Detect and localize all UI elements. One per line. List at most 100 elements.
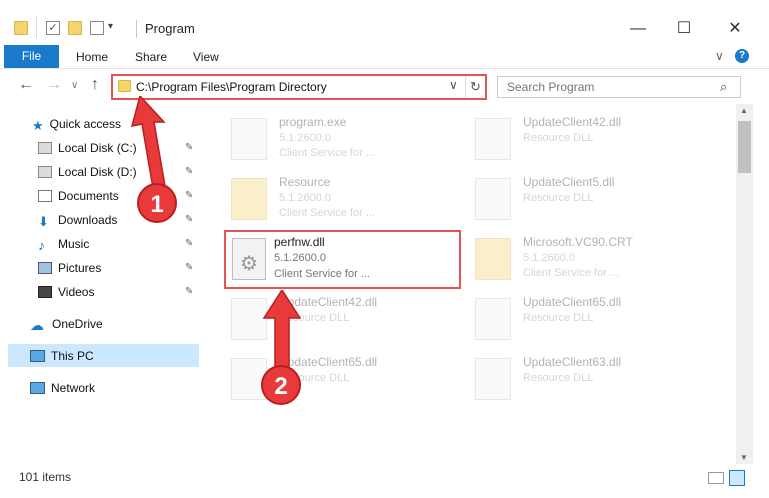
dll-icon [475, 298, 511, 340]
pin-icon[interactable]: ✎ [185, 262, 193, 273]
star-icon: ★ [32, 118, 44, 133]
sidebar-item-label: Pictures [58, 261, 102, 275]
pin-icon[interactable]: ✎ [185, 190, 193, 201]
sidebar-item-label: This PC [51, 349, 94, 363]
file-item[interactable]: UpdateClient42.dll Resource DLL [475, 114, 715, 170]
highlighted-file-item[interactable]: ⚙ perfnw.dll 5.1.2600.0 Client Service f… [224, 230, 461, 289]
search-icon[interactable]: ⌕ [720, 79, 727, 95]
dll-icon [475, 358, 511, 400]
file-name: program.exe [279, 115, 347, 129]
sidebar-item-this-pc[interactable]: This PC [30, 344, 94, 368]
sidebar-item-label: Network [51, 381, 96, 395]
sidebar-item-label: Videos [58, 285, 95, 299]
address-dropdown-icon[interactable]: ∨ [449, 78, 458, 92]
pictures-icon [38, 262, 52, 274]
pin-icon[interactable]: ✎ [185, 214, 193, 225]
large-icons-view-icon[interactable] [729, 470, 745, 486]
sidebar-item-label: Local Disk (C:) [58, 141, 137, 155]
file-name: Microsoft.VC90.CRT [523, 235, 633, 249]
pin-icon[interactable]: ✎ [185, 142, 193, 153]
folder-icon [14, 21, 28, 35]
computer-icon [30, 350, 45, 362]
tab-share[interactable]: Share [135, 50, 167, 64]
sidebar-item-pictures[interactable]: Pictures [38, 256, 198, 280]
file-item[interactable]: UpdateClient63.dll Resource DLL [475, 354, 715, 410]
sidebar-item-onedrive[interactable]: ☁ OneDrive [30, 312, 103, 336]
sidebar-item-label: Downloads [58, 213, 118, 227]
quick-access-label: Quick access [49, 117, 122, 131]
file-name: Resource [279, 175, 331, 189]
help-icon[interactable]: ? [735, 49, 749, 63]
ribbon [0, 44, 769, 69]
file-item[interactable]: UpdateClient65.dll Resource DLL [475, 294, 715, 350]
file-version: 5.1.2600.0 [279, 132, 331, 144]
close-button[interactable]: ✕ [709, 14, 761, 44]
file-description: Client Service for ... [279, 147, 375, 159]
file-name: UpdateClient42.dll [523, 115, 622, 129]
scroll-up-icon[interactable]: ▲ [740, 106, 748, 115]
file-description: Client Service for ... [279, 207, 375, 219]
file-item[interactable]: program.exe 5.1.2600.0 Client Service fo… [231, 114, 471, 170]
file-version: Resource DLL [523, 132, 594, 144]
quick-access-item[interactable]: ★ Quick access [32, 112, 121, 136]
search-input[interactable]: Search Program [507, 80, 594, 94]
sidebar-item-videos[interactable]: Videos [38, 280, 198, 304]
file-name: UpdateClient63.dll [523, 355, 622, 369]
ribbon-expand-icon[interactable]: ∨ [715, 49, 724, 63]
file-version: Resource DLL [523, 372, 594, 384]
file-version: 5.1.2600.0 [523, 252, 575, 264]
pin-icon[interactable]: ✎ [185, 166, 193, 177]
refresh-button[interactable]: ↻ [465, 76, 485, 98]
file-item[interactable]: UpdateClient5.dll Resource DLL [475, 174, 715, 230]
customize-icon[interactable] [90, 21, 104, 35]
videos-icon [38, 286, 52, 298]
scroll-down-icon[interactable]: ▼ [740, 453, 748, 462]
file-item[interactable]: Microsoft.VC90.CRT 5.1.2600.0 Client Ser… [475, 234, 715, 290]
file-name: perfnw.dll [274, 235, 325, 249]
tab-file[interactable]: File [4, 45, 59, 68]
file-item[interactable]: Resource 5.1.2600.0 Client Service for .… [231, 174, 471, 230]
quick-access-dropdown-icon[interactable]: ▾ [108, 21, 113, 32]
sidebar-item-music[interactable]: ♪ Music [38, 232, 198, 256]
recent-locations-icon[interactable]: ∨ [71, 80, 78, 91]
pin-icon[interactable]: ✎ [185, 286, 193, 297]
forward-button[interactable]: → [46, 76, 62, 94]
folder-icon [118, 80, 131, 92]
callout-1: 1 [137, 183, 177, 223]
title-separator [136, 20, 137, 38]
status-bar [0, 464, 769, 498]
dll-icon [475, 178, 511, 220]
sidebar-item-label: Local Disk (D:) [58, 165, 137, 179]
file-version: 5.1.2600.0 [274, 252, 326, 264]
music-icon: ♪ [38, 237, 45, 253]
downloads-icon: ⬇ [38, 214, 49, 229]
cloud-icon: ☁ [30, 317, 44, 333]
file-name: UpdateClient65.dll [523, 295, 622, 309]
properties-icon[interactable]: ✓ [46, 21, 60, 35]
file-description: Client Service for ... [523, 267, 619, 279]
new-folder-icon[interactable] [68, 21, 82, 35]
minimize-button[interactable]: — [615, 14, 661, 44]
file-version: Resource DLL [523, 312, 594, 324]
drive-icon [38, 166, 52, 178]
sidebar-item-network[interactable]: Network [30, 376, 95, 400]
file-version: 5.1.2600.0 [279, 192, 331, 204]
sidebar-item-label: Documents [58, 189, 119, 203]
scroll-thumb[interactable] [738, 121, 751, 173]
details-view-icon[interactable] [708, 472, 724, 484]
address-path[interactable]: C:\Program Files\Program Directory [136, 80, 327, 94]
sidebar-item-label: Music [58, 237, 90, 251]
file-name: UpdateClient5.dll [523, 175, 615, 189]
divider [36, 16, 37, 38]
tab-view[interactable]: View [193, 50, 219, 64]
folder-icon [231, 178, 267, 220]
sidebar-item-label: OneDrive [52, 317, 103, 331]
item-count: 101 items [19, 470, 72, 484]
back-button[interactable]: ← [18, 76, 34, 94]
pin-icon[interactable]: ✎ [185, 238, 193, 249]
up-button[interactable]: ↑ [91, 76, 99, 94]
maximize-button[interactable]: ☐ [661, 14, 707, 44]
drive-icon [38, 142, 52, 154]
tab-home[interactable]: Home [76, 50, 108, 64]
network-icon [30, 382, 45, 394]
